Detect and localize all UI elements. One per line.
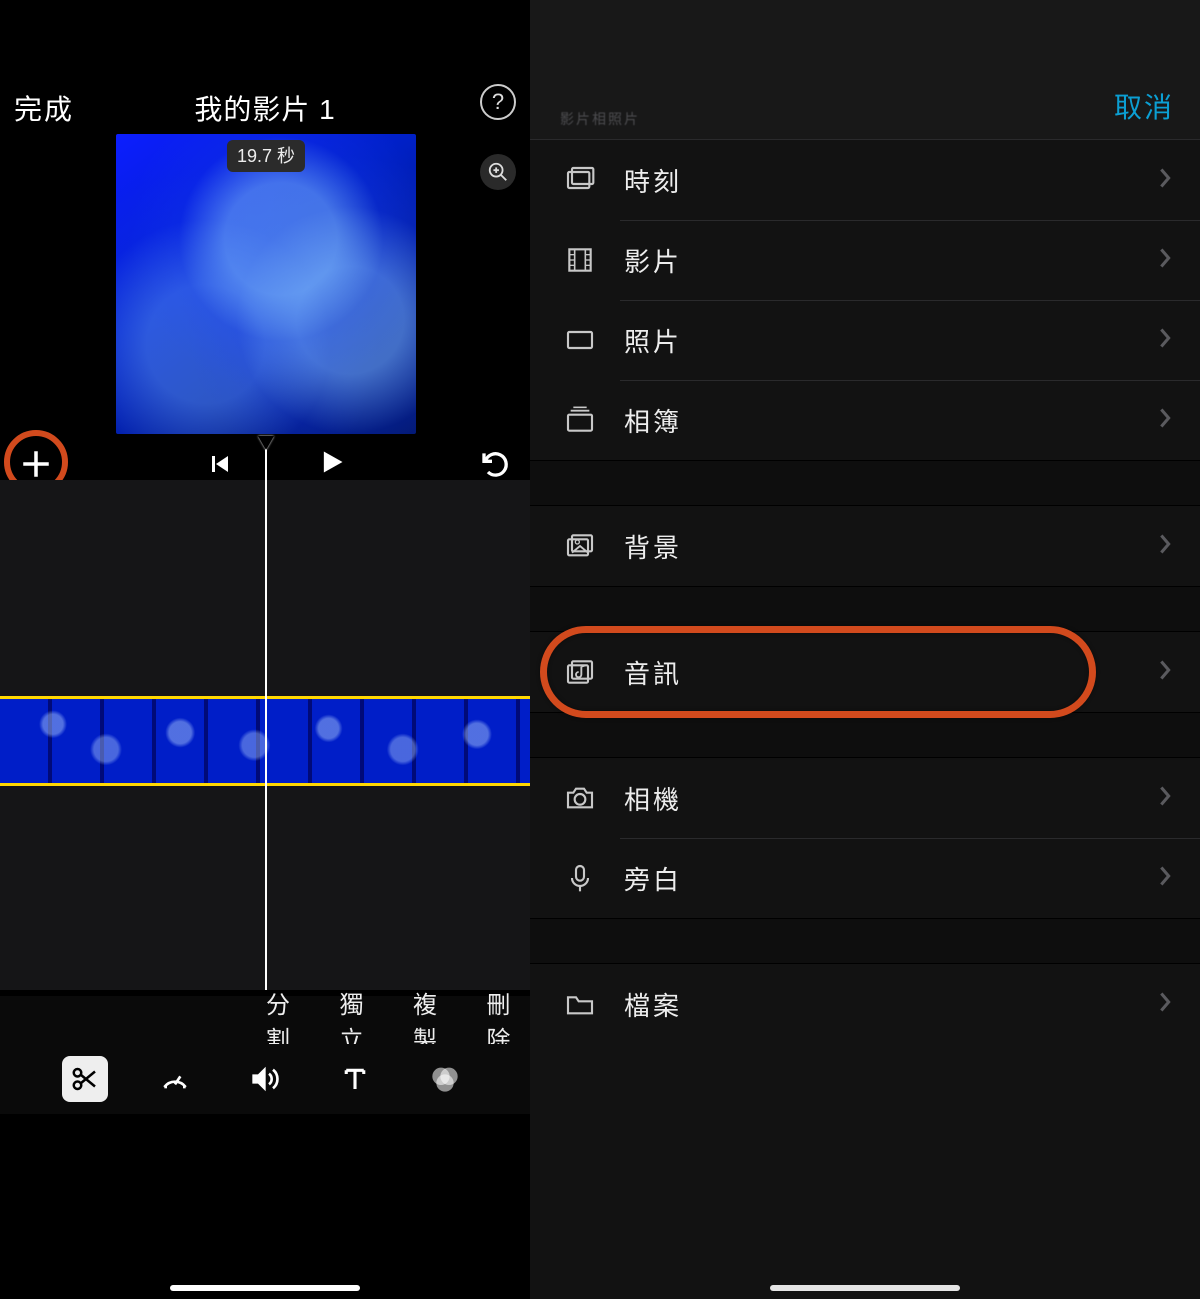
zoom-button[interactable] [480, 154, 516, 190]
timeline[interactable] [0, 480, 530, 990]
row-moments[interactable]: 時刻 [530, 140, 1200, 220]
section-separator [530, 918, 1200, 964]
playhead[interactable] [265, 440, 267, 990]
row-camera[interactable]: 相機 [530, 758, 1200, 838]
row-backgrounds[interactable]: 背景 [530, 506, 1200, 586]
row-label: 時刻 [624, 162, 1158, 199]
row-albums[interactable]: 相簿 [530, 380, 1200, 460]
row-label: 影片 [624, 242, 1158, 279]
photo-icon [558, 318, 602, 362]
row-label: 背景 [624, 528, 1158, 565]
moments-icon [558, 158, 602, 202]
picker-header: 取消 影片相照片 [530, 0, 1200, 140]
cut-tool[interactable] [62, 1056, 108, 1102]
row-files[interactable]: 檔案 [530, 964, 1200, 1044]
filters-icon [429, 1063, 461, 1095]
speed-tool[interactable] [152, 1056, 198, 1102]
microphone-icon [558, 856, 602, 900]
speedometer-icon [159, 1063, 191, 1095]
help-icon: ? [492, 89, 504, 115]
plus-icon [19, 447, 53, 481]
row-label: 相簿 [624, 402, 1158, 439]
row-label: 音訊 [624, 654, 1158, 691]
play-button[interactable] [314, 444, 350, 480]
skip-to-start-button[interactable] [204, 448, 236, 480]
row-photos[interactable]: 照片 [530, 300, 1200, 380]
video-preview[interactable]: 19.7 秒 [116, 134, 416, 434]
chevron-right-icon [1158, 865, 1172, 892]
home-indicator[interactable] [770, 1285, 960, 1291]
albums-icon [558, 398, 602, 442]
editor-header: 完成 我的影片 1 ? [0, 0, 530, 132]
film-icon [558, 238, 602, 282]
row-audio[interactable]: 音訊 [530, 632, 1200, 712]
chevron-right-icon [1158, 533, 1172, 560]
undo-icon [480, 448, 512, 480]
scissors-icon [70, 1064, 100, 1094]
play-icon [318, 448, 346, 476]
chevron-right-icon [1158, 167, 1172, 194]
folder-icon [558, 982, 602, 1026]
faint-section-header: 影片相照片 [560, 109, 640, 129]
home-indicator[interactable] [170, 1285, 360, 1291]
music-stack-icon [558, 650, 602, 694]
row-voiceover[interactable]: 旁白 [530, 838, 1200, 918]
section-separator [530, 460, 1200, 506]
editor-pane: 完成 我的影片 1 ? 19.7 秒 [0, 0, 530, 1299]
section-separator [530, 712, 1200, 758]
clip-duration-badge: 19.7 秒 [227, 140, 305, 172]
row-label: 照片 [624, 322, 1158, 359]
chevron-right-icon [1158, 991, 1172, 1018]
cancel-button[interactable]: 取消 [1114, 86, 1174, 126]
project-title: 我的影片 1 [0, 88, 530, 128]
undo-button[interactable] [476, 444, 516, 484]
image-stack-icon [558, 524, 602, 568]
media-picker-sheet: 取消 影片相照片 時刻 影片 照片 [530, 0, 1200, 1299]
help-button[interactable]: ? [480, 84, 516, 120]
picker-list[interactable]: 時刻 影片 照片 相簿 [530, 140, 1200, 1299]
chevron-right-icon [1158, 407, 1172, 434]
camera-icon [558, 776, 602, 820]
section-separator [530, 586, 1200, 632]
speaker-icon [249, 1063, 281, 1095]
edit-toolbar [0, 1044, 530, 1114]
row-label: 旁白 [624, 860, 1158, 897]
chevron-right-icon [1158, 785, 1172, 812]
clip-action-bar: 分割 獨立 複製 刪除 [0, 996, 530, 1044]
volume-tool[interactable] [242, 1056, 288, 1102]
row-label: 檔案 [624, 986, 1158, 1023]
titles-tool[interactable] [332, 1056, 378, 1102]
text-icon [340, 1064, 370, 1094]
row-label: 相機 [624, 780, 1158, 817]
row-videos[interactable]: 影片 [530, 220, 1200, 300]
chevron-right-icon [1158, 327, 1172, 354]
skip-back-icon [208, 452, 232, 476]
chevron-right-icon [1158, 659, 1172, 686]
magnifier-plus-icon [487, 161, 509, 183]
filters-tool[interactable] [422, 1056, 468, 1102]
chevron-right-icon [1158, 247, 1172, 274]
